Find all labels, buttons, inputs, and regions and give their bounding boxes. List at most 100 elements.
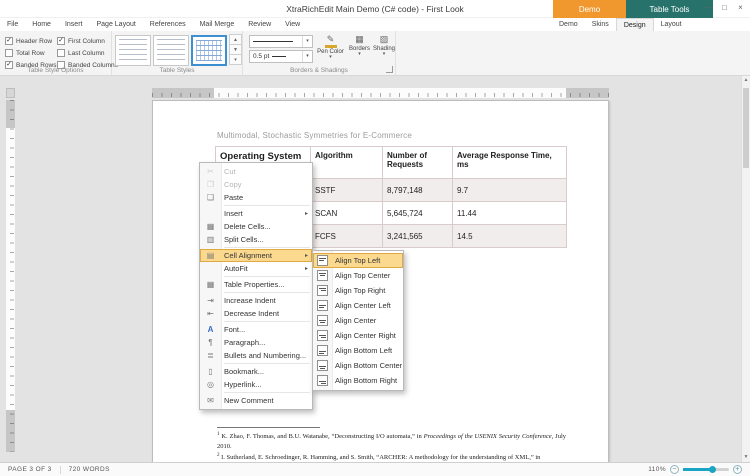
menu-item-align-top-right[interactable]: Align Top Right <box>313 283 403 298</box>
menu-item-delete-cells[interactable]: ▦Delete Cells... <box>200 220 312 233</box>
minimize-button[interactable]: ─ <box>702 2 715 14</box>
menu-item-bookmark[interactable]: ▯Bookmark... <box>200 365 312 378</box>
menu-item-new-comment[interactable]: ✉New Comment <box>200 394 312 407</box>
line-weight-combobox[interactable]: 0.5 pt ▾ <box>249 50 313 63</box>
footnote-marker: 2 <box>217 453 220 458</box>
tab-skins[interactable]: Skins <box>585 18 616 31</box>
menu-item-font[interactable]: AFont... <box>200 323 312 336</box>
tab-review[interactable]: Review <box>241 18 278 31</box>
contextual-header-table-tools[interactable]: Table Tools <box>626 0 713 18</box>
option-last-column[interactable]: Last Column <box>57 47 118 59</box>
tab-page-layout[interactable]: Page Layout <box>89 18 142 31</box>
menu-item-label: Increase Indent <box>221 296 276 305</box>
menu-item-insert[interactable]: Insert▸ <box>200 207 312 220</box>
line-style-combobox[interactable]: ▾ <box>249 35 313 48</box>
cell-requests[interactable]: 5,645,724 <box>383 202 453 225</box>
menu-separator <box>224 247 310 248</box>
dialog-launcher-icon[interactable] <box>386 66 393 73</box>
tab-design[interactable]: Design <box>616 18 654 31</box>
cell-algorithm[interactable]: SCAN <box>311 202 383 225</box>
menu-item-hyperlink[interactable]: ◎Hyperlink... <box>200 378 312 391</box>
paragraph-icon: ¶ <box>200 338 221 347</box>
menu-item-align-center[interactable]: Align Center <box>313 313 403 328</box>
menu-item-align-top-center[interactable]: Align Top Center <box>313 268 403 283</box>
cell-requests[interactable]: 3,241,565 <box>383 225 453 248</box>
line-weight-sample <box>272 56 286 57</box>
pen-color-button[interactable]: ✎ Pen Color ▾ <box>315 34 346 60</box>
table-style-thumbnail-3-selected[interactable] <box>191 35 227 66</box>
menu-item-split-cells[interactable]: ▥Split Cells... <box>200 233 312 246</box>
checkbox-last-column[interactable] <box>57 49 65 57</box>
zoom-out-button[interactable]: − <box>670 465 679 474</box>
menu-item-decrease-indent[interactable]: ⇤Decrease Indent <box>200 307 312 320</box>
menu-item-align-bottom-right[interactable]: Align Bottom Right <box>313 373 403 388</box>
table-style-thumbnail-2[interactable] <box>153 35 189 66</box>
line-weight-value: 0.5 pt <box>253 53 269 60</box>
menu-item-align-center-right[interactable]: Align Center Right <box>313 328 403 343</box>
cell-response-time[interactable]: 11.44 <box>453 202 567 225</box>
zoom-slider-thumb[interactable] <box>709 466 716 473</box>
zoom-in-button[interactable]: + <box>733 465 742 474</box>
cell-response-time[interactable]: 9.7 <box>453 179 567 202</box>
menu-item-copy[interactable]: ❐Copy <box>200 178 312 191</box>
cell-algorithm[interactable]: SSTF <box>311 179 383 202</box>
tab-file[interactable]: File <box>0 18 25 31</box>
align-top-left-icon <box>313 255 332 266</box>
cell-alignment-icon: ▤ <box>200 251 221 260</box>
checkbox-header-row[interactable]: ✓ <box>5 37 13 45</box>
maximize-button[interactable]: □ <box>718 2 731 14</box>
ruler-corner-box[interactable] <box>6 88 15 98</box>
table-style-thumbnail-1[interactable] <box>115 35 151 66</box>
tab-layout[interactable]: Layout <box>654 18 689 31</box>
bullets-icon: ≣ <box>200 351 221 360</box>
menu-item-paste[interactable]: ❑Paste <box>200 191 312 204</box>
checkbox-total-row[interactable] <box>5 49 13 57</box>
shading-button[interactable]: ▨ Shading ▾ <box>373 34 395 57</box>
menu-item-bullets-and-numbering[interactable]: ≣Bullets and Numbering... <box>200 349 312 362</box>
menu-item-align-bottom-center[interactable]: Align Bottom Center <box>313 358 403 373</box>
cell-response-time[interactable]: 14.5 <box>453 225 567 248</box>
checkbox-first-column[interactable]: ✓ <box>57 37 65 45</box>
borders-button[interactable]: ▦ Borders ▾ <box>346 34 373 57</box>
chevron-down-icon: ▾ <box>315 55 346 60</box>
option-header-row[interactable]: ✓Header Row <box>5 35 56 47</box>
menu-item-align-top-left[interactable]: Align Top Left <box>313 253 403 268</box>
tab-insert[interactable]: Insert <box>58 18 90 31</box>
footnotes: 1 K. Zhao, F. Thomas, and B.U. Watanabe,… <box>217 431 566 462</box>
scroll-up-icon[interactable]: ▲ <box>742 76 750 85</box>
cell-alignment-submenu: Align Top LeftAlign Top CenterAlign Top … <box>312 250 404 391</box>
tab-home[interactable]: Home <box>25 18 58 31</box>
align-center-right-icon <box>313 330 332 341</box>
contextual-header-demo[interactable]: Demo <box>553 0 626 18</box>
menu-item-align-center-left[interactable]: Align Center Left <box>313 298 403 313</box>
menu-item-autofit[interactable]: AutoFit▸ <box>200 262 312 275</box>
menu-item-align-bottom-left[interactable]: Align Bottom Left <box>313 343 403 358</box>
submenu-arrow-icon: ▸ <box>302 265 308 272</box>
tab-mail-merge[interactable]: Mail Merge <box>193 18 242 31</box>
shading-icon: ▨ <box>373 34 395 45</box>
chevron-down-icon[interactable]: ▾ <box>302 36 312 47</box>
menu-item-increase-indent[interactable]: ⇥Increase Indent <box>200 294 312 307</box>
menu-item-table-properties[interactable]: ▦Table Properties... <box>200 278 312 291</box>
context-menu: ✂Cut❐Copy❑Paste Insert▸▦Delete Cells...▥S… <box>199 162 313 410</box>
tab-demo[interactable]: Demo <box>552 18 585 31</box>
horizontal-ruler[interactable] <box>152 88 609 98</box>
cell-algorithm[interactable]: FCFS <box>311 225 383 248</box>
menu-item-paragraph[interactable]: ¶Paragraph... <box>200 336 312 349</box>
gallery-dropdown-button[interactable]: ▾ <box>229 54 242 65</box>
vertical-ruler[interactable] <box>6 100 15 452</box>
scrollbar-thumb[interactable] <box>743 88 749 168</box>
cell-requests[interactable]: 8,797,148 <box>383 179 453 202</box>
menu-item-cut[interactable]: ✂Cut <box>200 165 312 178</box>
tab-references[interactable]: References <box>143 18 193 31</box>
vertical-scrollbar[interactable]: ▲ ▼ <box>741 76 750 462</box>
menu-item-cell-alignment[interactable]: ▤Cell Alignment▸ <box>200 249 312 262</box>
scroll-down-icon[interactable]: ▼ <box>742 453 750 462</box>
chevron-down-icon[interactable]: ▾ <box>302 51 312 62</box>
zoom-slider[interactable] <box>683 468 729 471</box>
chevron-down-icon: ▾ <box>346 52 373 57</box>
option-total-row[interactable]: Total Row <box>5 47 56 59</box>
option-first-column[interactable]: ✓First Column <box>57 35 118 47</box>
tab-view[interactable]: View <box>278 18 307 31</box>
close-button[interactable]: × <box>734 2 747 14</box>
